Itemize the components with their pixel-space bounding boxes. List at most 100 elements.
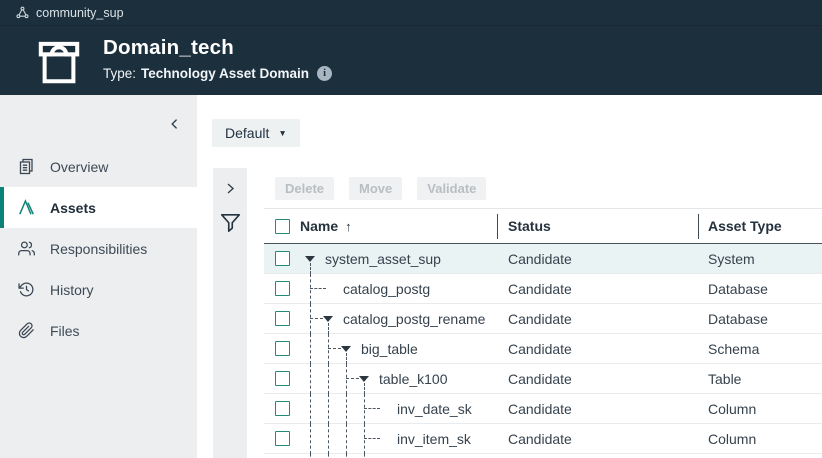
sidebar-item-responsibilities[interactable]: Responsibilities — [0, 228, 197, 269]
column-header-name-cell: Name ↑ — [264, 218, 497, 234]
tree-guide-line — [328, 424, 329, 454]
column-header-name[interactable]: Name — [300, 218, 338, 234]
table-row[interactable]: system_asset_sup CandidateSystem — [264, 244, 822, 274]
table-row-clipped — [264, 454, 822, 458]
column-divider — [497, 214, 498, 239]
sidebar-item-overview[interactable]: Overview — [0, 146, 197, 187]
sidebar-nav: Overview Assets Responsibilities HistoryFil… — [0, 146, 197, 351]
row-checkbox[interactable] — [275, 281, 290, 296]
cell-name: big_table — [264, 334, 497, 363]
table-row[interactable]: table_k100 CandidateTable — [264, 364, 822, 394]
tree-guide-line — [310, 263, 311, 274]
tree-guide-line — [346, 364, 347, 394]
table-row[interactable]: inv_date_skCandidateColumn — [264, 394, 822, 424]
chevron-right-icon — [225, 182, 236, 195]
filter-icon — [220, 213, 241, 233]
cell-status: Candidate — [497, 401, 698, 417]
table-row[interactable]: catalog_postgCandidateDatabase — [264, 274, 822, 304]
sidebar-item-history[interactable]: History — [0, 269, 197, 310]
asset-name-link[interactable]: catalog_postg_rename — [343, 311, 485, 327]
tree-branch-line — [310, 318, 323, 319]
view-selector-button[interactable]: Default ▼ — [212, 119, 300, 147]
row-checkbox[interactable] — [275, 251, 290, 266]
table-row[interactable]: catalog_postg_renameCandidateDatabase — [264, 304, 822, 334]
column-header-status[interactable]: Status — [508, 218, 551, 234]
cell-name: table_k100 — [264, 364, 497, 393]
tree-guide-line — [328, 334, 329, 364]
sidebar-item-assets[interactable]: Assets — [0, 187, 197, 228]
column-header-status-cell: Status — [497, 218, 698, 234]
cell-asset-type: System — [698, 251, 822, 267]
sidebar: Overview Assets Responsibilities HistoryFil… — [0, 95, 197, 458]
cell-asset-type: Schema — [698, 341, 822, 357]
collapse-sidebar-button[interactable] — [166, 115, 184, 133]
breadcrumb-label[interactable]: community_sup — [36, 6, 124, 20]
collapse-toggle-icon[interactable] — [341, 346, 351, 352]
move-button[interactable]: Move — [349, 177, 402, 200]
cell-name: system_asset_sup — [264, 244, 497, 273]
cell-name: inv_item_sk — [264, 424, 497, 453]
tree-branch-line — [310, 288, 326, 289]
expand-panel-button[interactable] — [218, 176, 242, 200]
tree-guide-line — [328, 394, 329, 424]
collapse-toggle-icon[interactable] — [359, 376, 369, 382]
breadcrumb[interactable]: community_sup — [0, 0, 822, 26]
sort-ascending-icon[interactable]: ↑ — [345, 219, 352, 234]
assets-table: Name ↑ Status Asset Type system_asset_su… — [264, 208, 822, 458]
tree-guide-line — [364, 383, 365, 394]
column-header-asset-type-cell: Asset Type — [698, 218, 822, 234]
asset-name-link[interactable]: big_table — [361, 341, 418, 357]
tree-guide-line — [328, 323, 329, 334]
tree-guide-line — [364, 394, 365, 424]
overview-icon — [18, 158, 35, 175]
cell-status: Candidate — [497, 281, 698, 297]
table-header-row: Name ↑ Status Asset Type — [264, 208, 822, 244]
tree-guide-line — [328, 364, 329, 394]
type-label: Type: — [103, 66, 136, 81]
cell-asset-type: Database — [698, 311, 822, 327]
chevron-left-icon — [168, 117, 182, 131]
row-checkbox[interactable] — [275, 431, 290, 446]
cell-name — [264, 454, 497, 458]
cell-status: Candidate — [497, 341, 698, 357]
column-header-asset-type[interactable]: Asset Type — [708, 218, 782, 234]
info-icon[interactable]: i — [317, 66, 332, 81]
community-icon — [16, 6, 29, 19]
asset-name-link[interactable]: table_k100 — [379, 371, 448, 387]
asset-name-link[interactable]: system_asset_sup — [325, 251, 441, 267]
sidebar-item-files[interactable]: Files — [0, 310, 197, 351]
tree-guide-line — [310, 334, 311, 364]
validate-button[interactable]: Validate — [417, 177, 486, 200]
sidebar-item-label: Responsibilities — [50, 241, 147, 257]
cell-asset-type: Table — [698, 371, 822, 387]
select-all-checkbox[interactable] — [275, 219, 290, 234]
tree-branch-line — [364, 438, 380, 439]
responsibilities-icon — [18, 240, 35, 257]
sidebar-item-label: Assets — [50, 200, 96, 216]
domain-icon — [36, 40, 82, 88]
table-body: system_asset_supCandidateSystemcatalog_p… — [264, 244, 822, 458]
cell-status: Candidate — [497, 251, 698, 267]
table-row[interactable]: big_table CandidateSchema — [264, 334, 822, 364]
table-row[interactable]: inv_item_skCandidateColumn — [264, 424, 822, 454]
column-divider — [698, 214, 699, 239]
sidebar-item-label: Overview — [50, 159, 108, 175]
row-checkbox[interactable] — [275, 371, 290, 386]
cell-status: Candidate — [497, 371, 698, 387]
collapse-toggle-icon[interactable] — [323, 316, 333, 322]
asset-name-link[interactable]: inv_date_sk — [397, 401, 472, 417]
chevron-down-icon: ▼ — [278, 129, 286, 138]
delete-button[interactable]: Delete — [275, 177, 334, 200]
type-value: Technology Asset Domain — [141, 66, 309, 81]
filter-button[interactable] — [218, 211, 242, 235]
row-checkbox[interactable] — [275, 401, 290, 416]
cell-name: catalog_postg_rename — [264, 304, 497, 333]
asset-name-link[interactable]: inv_item_sk — [397, 431, 471, 447]
cell-name: catalog_postg — [264, 274, 497, 303]
row-checkbox[interactable] — [275, 311, 290, 326]
asset-name-link[interactable]: catalog_postg — [343, 281, 430, 297]
page-header: community_sup Domain_tech Type: Technolo… — [0, 0, 822, 95]
filter-panel-collapsed — [213, 168, 247, 458]
collapse-toggle-icon[interactable] — [305, 256, 315, 262]
row-checkbox[interactable] — [275, 341, 290, 356]
